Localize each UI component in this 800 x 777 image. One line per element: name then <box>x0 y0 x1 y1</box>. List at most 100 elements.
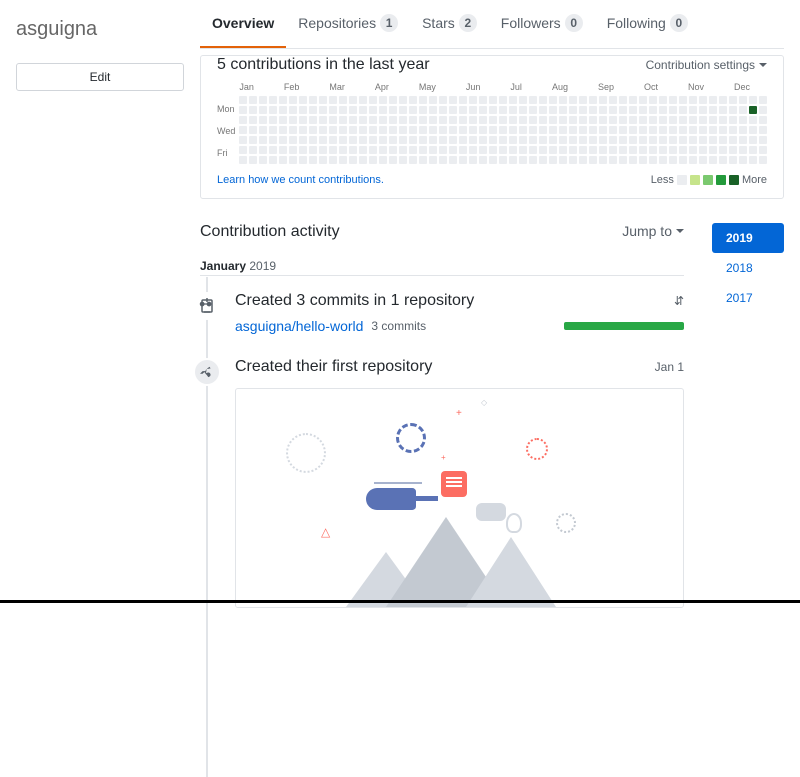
contribution-cell[interactable] <box>259 136 267 144</box>
contribution-cell[interactable] <box>249 146 257 154</box>
contribution-cell[interactable] <box>459 116 467 124</box>
contribution-cell[interactable] <box>329 116 337 124</box>
contribution-cell[interactable] <box>479 96 487 104</box>
contribution-cell[interactable] <box>469 126 477 134</box>
contribution-cell[interactable] <box>479 116 487 124</box>
contribution-cell[interactable] <box>259 116 267 124</box>
contribution-cell[interactable] <box>319 136 327 144</box>
contribution-cell[interactable] <box>649 96 657 104</box>
contribution-cell[interactable] <box>249 96 257 104</box>
contribution-settings-link[interactable]: Contribution settings <box>646 58 767 72</box>
contribution-cell[interactable] <box>299 126 307 134</box>
contribution-cell[interactable] <box>449 146 457 154</box>
contribution-cell[interactable] <box>529 106 537 114</box>
contribution-cell[interactable] <box>599 156 607 164</box>
contribution-cell[interactable] <box>329 136 337 144</box>
contribution-cell[interactable] <box>329 126 337 134</box>
contribution-cell[interactable] <box>399 146 407 154</box>
contribution-cell[interactable] <box>699 156 707 164</box>
contribution-cell[interactable] <box>489 96 497 104</box>
contribution-cell[interactable] <box>469 116 477 124</box>
contribution-cell[interactable] <box>239 136 247 144</box>
contribution-cell[interactable] <box>579 126 587 134</box>
contribution-cell[interactable] <box>719 96 727 104</box>
year-2019[interactable]: 2019 <box>712 223 784 253</box>
contribution-cell[interactable] <box>269 156 277 164</box>
contribution-cell[interactable] <box>449 96 457 104</box>
contribution-cell[interactable] <box>399 156 407 164</box>
contribution-cell[interactable] <box>509 126 517 134</box>
contribution-cell[interactable] <box>379 126 387 134</box>
contribution-cell[interactable] <box>699 136 707 144</box>
contribution-cell[interactable] <box>759 106 767 114</box>
contribution-cell[interactable] <box>299 136 307 144</box>
contribution-cell[interactable] <box>509 96 517 104</box>
contribution-cell[interactable] <box>469 106 477 114</box>
contribution-cell[interactable] <box>699 96 707 104</box>
contribution-cell[interactable] <box>529 146 537 154</box>
contribution-cell[interactable] <box>459 106 467 114</box>
contribution-cell[interactable] <box>609 106 617 114</box>
contribution-cell[interactable] <box>669 136 677 144</box>
contribution-cell[interactable] <box>409 126 417 134</box>
contribution-cell[interactable] <box>619 96 627 104</box>
contribution-cell[interactable] <box>339 146 347 154</box>
contribution-cell[interactable] <box>629 106 637 114</box>
contribution-cell[interactable] <box>679 156 687 164</box>
contribution-cell[interactable] <box>279 116 287 124</box>
contribution-cell[interactable] <box>679 126 687 134</box>
tab-repositories[interactable]: Repositories1 <box>286 0 410 48</box>
contribution-cell[interactable] <box>249 106 257 114</box>
contribution-cell[interactable] <box>709 126 717 134</box>
contribution-cell[interactable] <box>539 106 547 114</box>
contribution-cell[interactable] <box>689 146 697 154</box>
contribution-cell[interactable] <box>419 106 427 114</box>
contribution-cell[interactable] <box>599 96 607 104</box>
tab-followers[interactable]: Followers0 <box>489 0 595 48</box>
contribution-cell[interactable] <box>629 156 637 164</box>
contribution-cell[interactable] <box>279 106 287 114</box>
contribution-cell[interactable] <box>499 126 507 134</box>
contribution-cell[interactable] <box>759 116 767 124</box>
contribution-cell[interactable] <box>559 116 567 124</box>
contribution-cell[interactable] <box>499 156 507 164</box>
contribution-cell[interactable] <box>439 146 447 154</box>
contribution-cell[interactable] <box>399 96 407 104</box>
contribution-cell[interactable] <box>659 156 667 164</box>
contribution-cell[interactable] <box>749 126 757 134</box>
contribution-cell[interactable] <box>589 96 597 104</box>
contribution-cell[interactable] <box>729 96 737 104</box>
contribution-cell[interactable] <box>239 156 247 164</box>
contribution-cell[interactable] <box>479 106 487 114</box>
contribution-cell[interactable] <box>589 116 597 124</box>
contribution-cell[interactable] <box>399 126 407 134</box>
contribution-cell[interactable] <box>249 116 257 124</box>
contribution-cell[interactable] <box>329 146 337 154</box>
contribution-cell[interactable] <box>489 126 497 134</box>
contribution-cell[interactable] <box>319 96 327 104</box>
contribution-cell[interactable] <box>449 106 457 114</box>
contribution-cell[interactable] <box>709 116 717 124</box>
contribution-cell[interactable] <box>549 106 557 114</box>
collapse-icon[interactable]: ⇵ <box>674 294 684 308</box>
contribution-cell[interactable] <box>739 106 747 114</box>
contribution-cell[interactable] <box>489 106 497 114</box>
contribution-cell[interactable] <box>589 126 597 134</box>
contribution-cell[interactable] <box>569 96 577 104</box>
contribution-cell[interactable] <box>539 126 547 134</box>
contribution-cell[interactable] <box>459 136 467 144</box>
contribution-cell[interactable] <box>249 156 257 164</box>
contribution-cell[interactable] <box>359 126 367 134</box>
contribution-cell[interactable] <box>429 96 437 104</box>
contribution-cell[interactable] <box>289 116 297 124</box>
contribution-cell[interactable] <box>719 146 727 154</box>
contribution-cell[interactable] <box>309 116 317 124</box>
contribution-cell[interactable] <box>429 126 437 134</box>
contribution-cell[interactable] <box>759 96 767 104</box>
contribution-cell[interactable] <box>389 96 397 104</box>
contribution-cell[interactable] <box>649 106 657 114</box>
contribution-cell[interactable] <box>499 96 507 104</box>
contribution-cell[interactable] <box>699 106 707 114</box>
contribution-cell[interactable] <box>529 96 537 104</box>
contribution-cell[interactable] <box>309 156 317 164</box>
